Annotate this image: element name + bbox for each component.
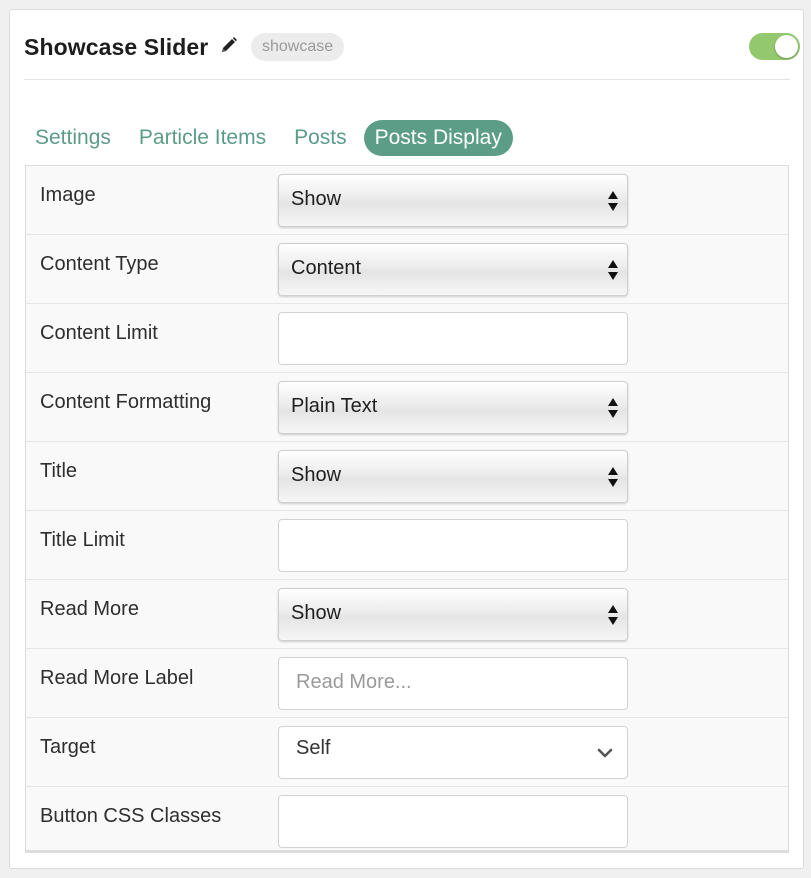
updown-arrows-icon	[608, 260, 618, 280]
title-limit-input[interactable]	[278, 519, 628, 572]
image-select[interactable]: Show	[278, 174, 628, 227]
title-select[interactable]: Show	[278, 450, 628, 503]
title-select-value: Show	[291, 464, 342, 486]
particle-id-badge: showcase	[251, 33, 345, 61]
field-row-content-formatting: Content Formatting Plain Text	[26, 373, 788, 442]
tab-settings[interactable]: Settings	[24, 120, 122, 156]
field-row-target: Target Self	[26, 718, 788, 787]
read-more-label-placeholder: Read More...	[296, 671, 412, 693]
pencil-icon[interactable]	[220, 36, 238, 54]
content-formatting-select-value: Plain Text	[291, 395, 378, 417]
target-label: Target	[40, 736, 96, 758]
title-limit-label: Title Limit	[40, 529, 125, 551]
updown-arrows-icon	[608, 191, 618, 211]
field-row-read-more-label: Read More Label Read More...	[26, 649, 788, 718]
read-more-select-value: Show	[291, 602, 342, 624]
target-dropdown-value: Self	[296, 737, 331, 759]
field-row-title: Title Show	[26, 442, 788, 511]
updown-arrows-icon	[608, 398, 618, 418]
target-dropdown[interactable]: Self	[278, 726, 628, 779]
button-css-classes-input[interactable]	[278, 795, 628, 848]
title-label: Title	[40, 460, 78, 482]
content-formatting-select[interactable]: Plain Text	[278, 381, 628, 434]
field-row-button-css-classes: Button CSS Classes	[26, 787, 788, 856]
image-label: Image	[40, 184, 96, 206]
field-row-content-limit: Content Limit	[26, 304, 788, 373]
read-more-label-label: Read More Label	[40, 667, 194, 689]
enable-toggle[interactable]	[749, 33, 800, 60]
content-limit-label: Content Limit	[40, 322, 158, 344]
tab-posts-display[interactable]: Posts Display	[363, 120, 513, 156]
content-type-label: Content Type	[40, 253, 159, 275]
field-row-read-more: Read More Show	[26, 580, 788, 649]
posts-display-form: Image Show Content Type Content Content …	[25, 165, 789, 853]
tab-bar: Settings Particle Items Posts Posts Disp…	[24, 120, 519, 156]
tab-particle-items[interactable]: Particle Items	[128, 120, 277, 156]
field-row-content-type: Content Type Content	[26, 235, 788, 304]
field-row-title-limit: Title Limit	[26, 511, 788, 580]
updown-arrows-icon	[608, 467, 618, 487]
particle-panel: Showcase Slider showcase Settings Partic…	[9, 9, 804, 869]
read-more-label-input[interactable]: Read More...	[278, 657, 628, 710]
field-row-image: Image Show	[26, 166, 788, 235]
panel-header: Showcase Slider showcase	[24, 32, 800, 80]
content-type-select-value: Content	[291, 257, 362, 279]
tab-posts[interactable]: Posts	[283, 120, 358, 156]
image-select-value: Show	[291, 188, 342, 210]
updown-arrows-icon	[608, 605, 618, 625]
content-type-select[interactable]: Content	[278, 243, 628, 296]
chevron-down-icon	[597, 748, 613, 758]
content-limit-input[interactable]	[278, 312, 628, 365]
button-css-classes-label: Button CSS Classes	[40, 805, 222, 827]
read-more-select[interactable]: Show	[278, 588, 628, 641]
particle-title: Showcase Slider	[24, 34, 209, 60]
content-formatting-label: Content Formatting	[40, 391, 212, 413]
read-more-label: Read More	[40, 598, 139, 620]
toggle-knob	[775, 35, 798, 58]
